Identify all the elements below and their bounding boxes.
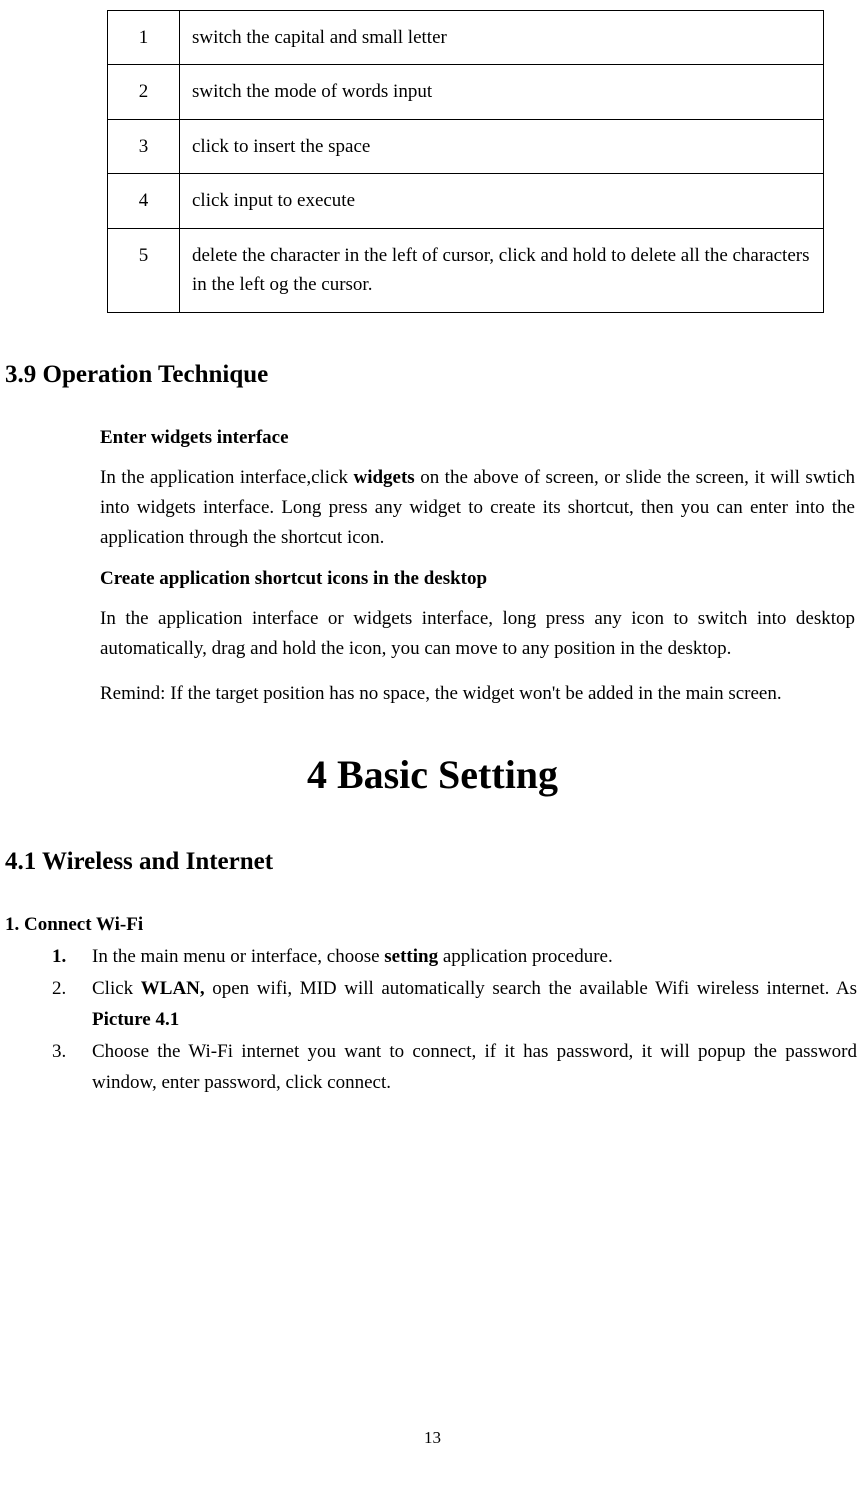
list-marker: 2.	[52, 974, 66, 1004]
section-3-9-body: Enter widgets interface In the applicati…	[100, 427, 855, 709]
table-row: 3 click to insert the space	[108, 119, 824, 173]
paragraph-remind: Remind: If the target position has no sp…	[100, 679, 855, 709]
table-row: 1 switch the capital and small letter	[108, 11, 824, 65]
keyboard-table: 1 switch the capital and small letter 2 …	[107, 10, 824, 313]
bold-wlan: WLAN,	[141, 978, 205, 999]
page-number: 13	[0, 1428, 865, 1448]
row-num: 4	[108, 174, 180, 228]
row-desc: click to insert the space	[180, 119, 824, 173]
table-row: 5 delete the character in the left of cu…	[108, 228, 824, 312]
text: Click	[92, 978, 141, 999]
table-row: 4 click input to execute	[108, 174, 824, 228]
row-num: 1	[108, 11, 180, 65]
row-num: 5	[108, 228, 180, 312]
subheading-create-shortcut: Create application shortcut icons in the…	[100, 568, 855, 590]
document-page: 1 switch the capital and small letter 2 …	[0, 0, 865, 1098]
list-item: 2. Click WLAN, open wifi, MID will autom…	[52, 974, 857, 1035]
section-heading-3-9: 3.9 Operation Technique	[5, 361, 865, 389]
subheading-connect-wifi: 1. Connect Wi-Fi	[5, 914, 865, 936]
list-item: 1. In the main menu or interface, choose…	[52, 942, 857, 972]
paragraph: In the application interface or widgets …	[100, 604, 855, 665]
list-item: 3. Choose the Wi-Fi internet you want to…	[52, 1037, 857, 1098]
list-marker: 1.	[52, 942, 66, 972]
subheading-enter-widgets: Enter widgets interface	[100, 427, 855, 449]
table-row: 2 switch the mode of words input	[108, 65, 824, 119]
bold-picture-4-1: Picture 4.1	[92, 1009, 179, 1030]
text: In the main menu or interface, choose	[92, 946, 384, 967]
text: Choose the Wi-Fi internet you want to co…	[92, 1041, 857, 1092]
text: In the application interface,click	[100, 467, 353, 488]
chapter-4-title: 4 Basic Setting	[0, 751, 865, 798]
bold-setting: setting	[384, 946, 438, 967]
bold-widgets: widgets	[353, 467, 414, 488]
connect-wifi-list: 1. In the main menu or interface, choose…	[52, 942, 857, 1098]
list-marker: 3.	[52, 1037, 66, 1067]
row-desc: click input to execute	[180, 174, 824, 228]
text: application procedure.	[438, 946, 613, 967]
section-heading-4-1: 4.1 Wireless and Internet	[5, 848, 865, 876]
text: open wifi, MID will automatically search…	[205, 978, 857, 999]
row-desc: switch the capital and small letter	[180, 11, 824, 65]
paragraph: In the application interface,click widge…	[100, 463, 855, 554]
row-num: 3	[108, 119, 180, 173]
row-desc: delete the character in the left of curs…	[180, 228, 824, 312]
row-desc: switch the mode of words input	[180, 65, 824, 119]
row-num: 2	[108, 65, 180, 119]
